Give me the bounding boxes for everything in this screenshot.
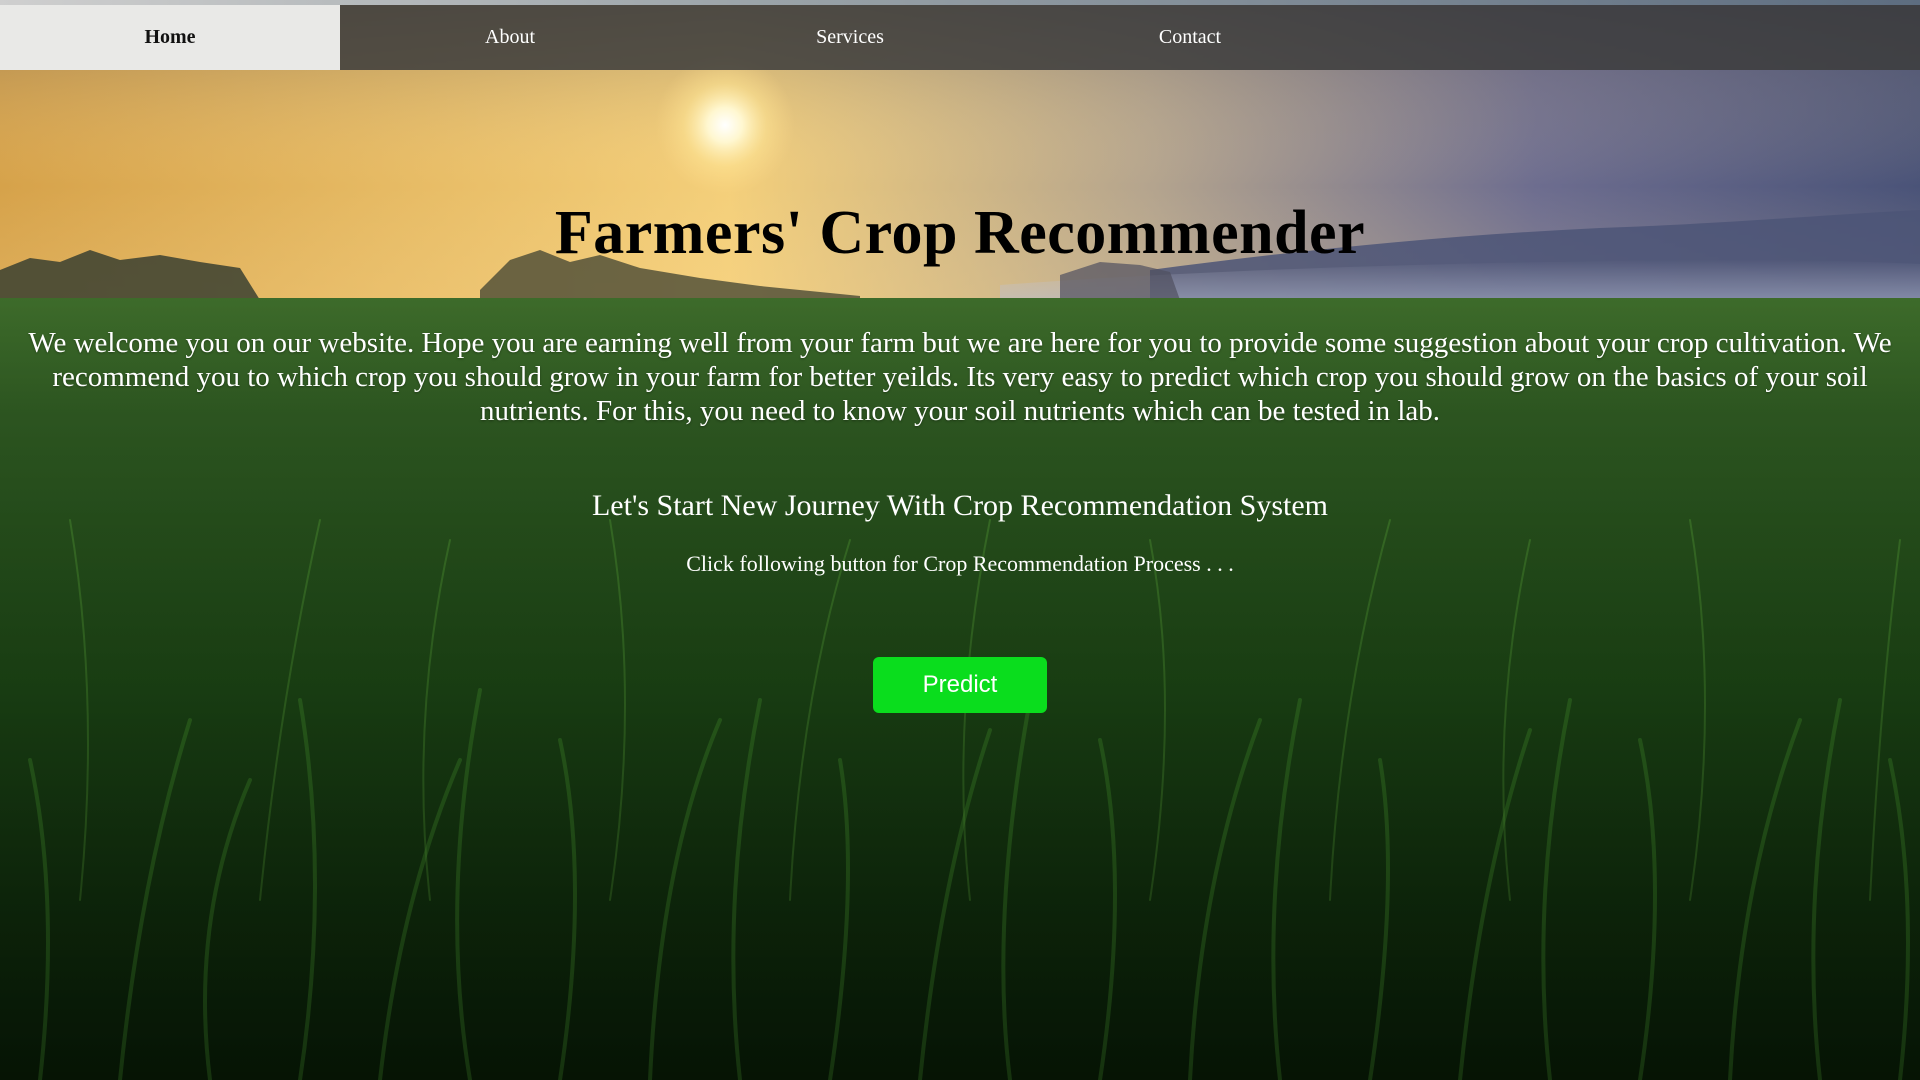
nav-item-contact[interactable]: Contact	[1020, 5, 1360, 70]
instruction-text: Click following button for Crop Recommen…	[686, 551, 1234, 576]
navigation-bar: Home About Services Contact	[0, 5, 1920, 70]
welcome-paragraph: We welcome you on our website. Hope you …	[28, 327, 1892, 427]
nav-item-about[interactable]: About	[340, 5, 680, 70]
nav-item-home[interactable]: Home	[0, 5, 340, 70]
page-title: Farmers' Crop Recommender	[554, 199, 1366, 267]
hero-section: Farmers' Crop Recommender We welcome you…	[0, 0, 1920, 1080]
predict-button[interactable]: Predict	[873, 657, 1047, 713]
top-accent-line	[0, 0, 1920, 5]
nav-item-services[interactable]: Services	[680, 5, 1020, 70]
journey-heading: Let's Start New Journey With Crop Recomm…	[591, 489, 1329, 522]
